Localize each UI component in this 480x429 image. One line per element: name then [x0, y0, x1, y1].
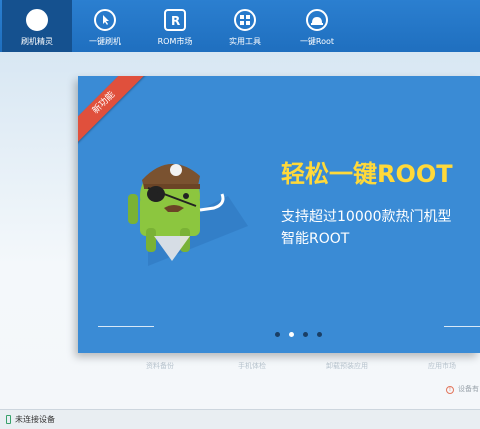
android-root-icon — [306, 9, 328, 31]
shortcut-data-backup[interactable]: 资料备份 — [146, 361, 174, 371]
phone-icon — [6, 415, 11, 424]
shortcut-phone-checkup[interactable]: 手机体检 — [238, 361, 266, 371]
svg-text:R: R — [171, 14, 180, 28]
tab-label: 刷机精灵 — [21, 37, 53, 46]
carousel-dots — [275, 322, 331, 341]
carousel-dot[interactable] — [275, 332, 280, 337]
rom-r-icon: R — [164, 9, 186, 31]
decorative-line — [98, 326, 154, 327]
cursor-icon — [94, 9, 116, 31]
carousel-dot-active[interactable] — [289, 332, 294, 337]
top-toolbar: 刷机精灵 一键刷机 R ROM市场 实用工具 一键Root — [0, 0, 480, 52]
tab-utilities[interactable]: 实用工具 — [210, 0, 280, 52]
shortcut-uninstall-preinstalled[interactable]: 卸载预装应用 — [326, 361, 368, 371]
new-feature-banner[interactable]: 新功能 轻松一键ROOT 支持超过10000款热门机型 智能ROOT — [78, 76, 480, 353]
tab-one-click-flash[interactable]: 一键刷机 — [70, 0, 140, 52]
tab-label: ROM市场 — [157, 37, 193, 46]
banner-subtitle-1: 支持超过10000款热门机型 — [281, 209, 452, 225]
shortcut-app-market[interactable]: 应用市场 — [428, 361, 456, 371]
carousel-dot[interactable] — [303, 332, 308, 337]
device-warning[interactable]: ! 设备有 — [446, 384, 479, 394]
tab-label: 实用工具 — [229, 37, 261, 46]
carousel-dot[interactable] — [317, 332, 322, 337]
warning-text: 设备有 — [458, 385, 479, 393]
grid-icon — [234, 9, 256, 31]
tab-one-click-root[interactable]: 一键Root — [282, 0, 352, 52]
banner-headline: 轻松一键ROOT — [281, 160, 453, 188]
android-pirate-mascot-icon — [128, 163, 248, 266]
tab-shuaji-jingling[interactable]: 刷机精灵 — [2, 0, 72, 52]
tab-label: 一键Root — [299, 37, 335, 46]
tab-label: 一键刷机 — [89, 37, 121, 46]
tab-rom-market[interactable]: R ROM市场 — [140, 0, 210, 52]
decorative-line — [444, 326, 480, 327]
warning-icon: ! — [446, 386, 454, 394]
shield-logo-icon — [26, 9, 48, 31]
banner-subtitle-2: 智能ROOT — [281, 231, 350, 247]
connection-status: 未连接设备 — [15, 415, 55, 424]
status-bar: 未连接设备 — [0, 409, 480, 429]
